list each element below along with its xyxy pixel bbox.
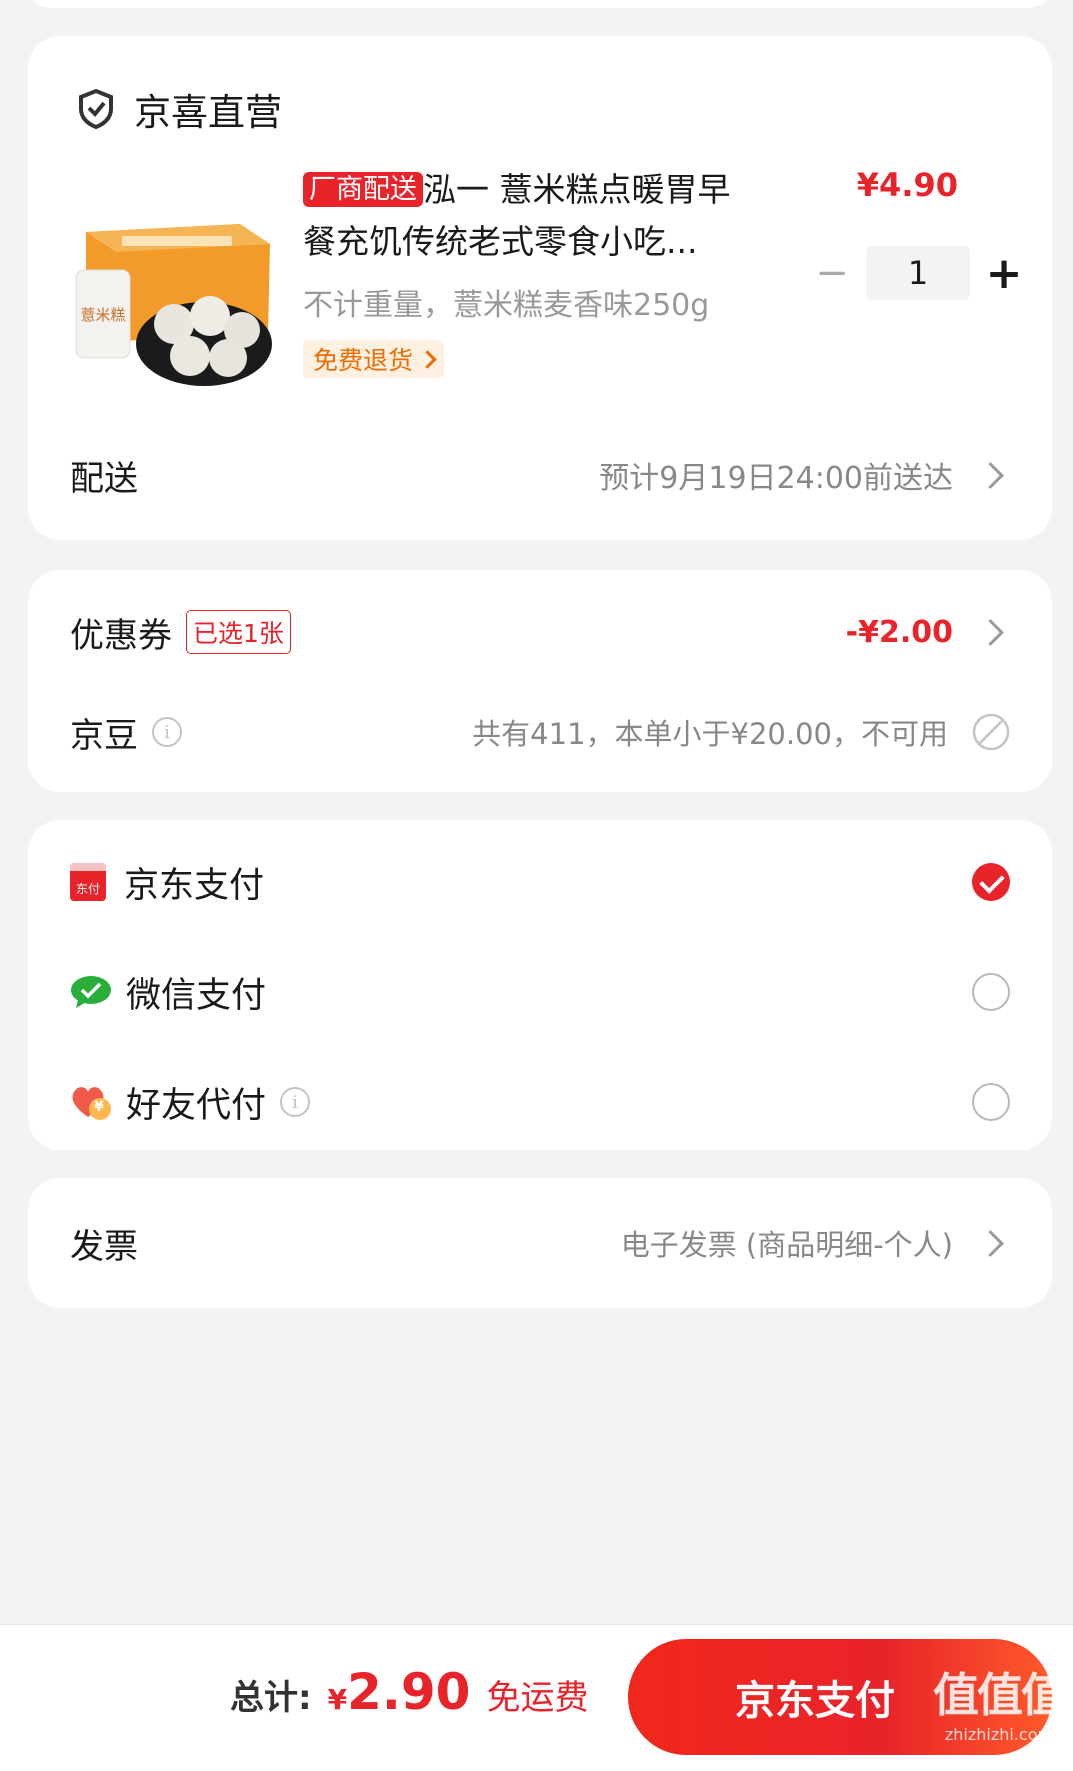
info-icon[interactable]: i xyxy=(280,1087,311,1117)
product-title-line2: 餐充饥传统老式零食小吃... xyxy=(303,222,698,261)
jingdou-label: 京豆 xyxy=(70,715,138,756)
chevron-right-icon xyxy=(977,1229,1004,1257)
delivery-label: 配送 xyxy=(70,458,138,499)
invoice-row[interactable]: 发票 电子发票 (商品明细-个人) xyxy=(70,1215,1010,1271)
pay-button-label: 京东支付 xyxy=(735,1678,895,1724)
info-icon[interactable]: i xyxy=(152,717,182,747)
shield-icon xyxy=(78,88,114,130)
delivery-value: 预计9月19日24:00前送达 xyxy=(599,461,953,496)
total-label: 总计: xyxy=(230,1678,312,1718)
jingdou-value: 共有411，本单小于¥20.00，不可用 xyxy=(472,717,948,751)
store-header[interactable]: 京喜直营 xyxy=(78,82,282,136)
coupon-label: 优惠券 xyxy=(70,615,172,656)
watermark-url: zhizhizhi.com xyxy=(944,1725,1054,1744)
coupon-selected-badge: 已选1张 xyxy=(186,610,291,654)
free-return-label: 免费退货 xyxy=(313,346,414,375)
chevron-right-icon xyxy=(977,618,1004,646)
decrease-button[interactable]: − xyxy=(804,250,860,296)
product-title[interactable]: 厂商配送 泓一 薏米糕点暖胃早 餐充饥传统老式零食小吃... xyxy=(303,164,763,268)
product-image-label: 薏米糕 xyxy=(80,306,125,324)
shipping-free: 免运费 xyxy=(486,1678,589,1718)
payment-card: 东付 京东支付 微信支付 ¥ 好友代付 i xyxy=(28,820,1052,1150)
previous-card xyxy=(28,0,1052,8)
payment-option-label: 好友代付 xyxy=(126,1085,267,1126)
jingdou-row: 京豆 i 共有411，本单小于¥20.00，不可用 xyxy=(70,704,1010,760)
watermark-logo: 值值值 xyxy=(933,1668,1067,1722)
chevron-right-icon xyxy=(977,461,1004,489)
increase-button[interactable]: + xyxy=(976,248,1032,299)
vendor-delivery-tag: 厂商配送 xyxy=(303,172,423,207)
coupon-row[interactable]: 优惠券 已选1张 -¥2.00 xyxy=(70,604,1010,660)
total-currency: ¥ xyxy=(327,1683,348,1716)
quantity-input[interactable]: 1 xyxy=(866,246,970,300)
payment-option-friend[interactable]: ¥ 好友代付 i xyxy=(70,1072,1010,1132)
payment-radio-selected[interactable] xyxy=(972,863,1010,901)
wechat-icon xyxy=(70,974,112,1010)
chevron-right-icon xyxy=(418,349,437,369)
payment-option-label: 京东支付 xyxy=(124,865,265,906)
checkout-bar: 总计: ¥ 2.90 免运费 京东支付 值值值 zhizhizhi.com xyxy=(0,1624,1073,1771)
friend-pay-icon: ¥ xyxy=(70,1083,112,1121)
product-image[interactable]: 薏米糕 xyxy=(72,196,272,388)
discount-card: 优惠券 已选1张 -¥2.00 京豆 i 共有411，本单小于¥20.00，不可… xyxy=(28,570,1052,792)
watermark: 值值值 zhizhizhi.com xyxy=(933,1659,1067,1744)
friend-pay-icon-text: ¥ xyxy=(94,1099,104,1115)
payment-option-wechat[interactable]: 微信支付 xyxy=(70,962,1010,1022)
order-card: 京喜直营 薏米糕 厂商配送 泓一 薏米糕点暖胃早 餐充饥传统老式零食小吃... 不… xyxy=(28,36,1052,540)
invoice-value: 电子发票 (商品明细-个人) xyxy=(620,1228,953,1262)
payment-option-jdpay[interactable]: 东付 京东支付 xyxy=(70,852,1010,912)
payment-radio[interactable] xyxy=(972,973,1010,1011)
product-spec[interactable]: 不计重量，薏米糕麦香味250g xyxy=(303,280,709,324)
store-name: 京喜直营 xyxy=(134,91,282,134)
disabled-icon xyxy=(972,713,1010,751)
coupon-value: -¥2.00 xyxy=(845,614,953,650)
invoice-card: 发票 电子发票 (商品明细-个人) xyxy=(28,1178,1052,1308)
total-amount: 2.90 xyxy=(347,1663,471,1721)
product-title-line1: 泓一 薏米糕点暖胃早 xyxy=(423,170,731,209)
total-summary: 总计: ¥ 2.90 免运费 xyxy=(230,1663,588,1721)
payment-radio[interactable] xyxy=(972,1083,1010,1121)
product-price: ¥4.90 xyxy=(856,166,958,204)
quantity-stepper: − 1 + xyxy=(804,246,1032,300)
jdpay-icon: 东付 xyxy=(70,863,106,901)
invoice-label: 发票 xyxy=(70,1226,138,1267)
payment-option-label: 微信支付 xyxy=(126,975,267,1016)
delivery-row[interactable]: 配送 预计9月19日24:00前送达 xyxy=(70,450,1010,500)
free-return-badge[interactable]: 免费退货 xyxy=(303,340,445,378)
